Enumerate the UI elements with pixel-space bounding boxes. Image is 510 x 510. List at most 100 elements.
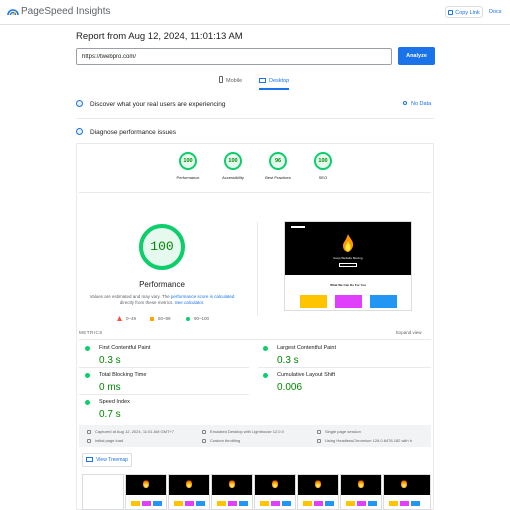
expand-view-toggle[interactable]: Expand view	[396, 330, 422, 335]
single-session: Single page session	[317, 429, 361, 434]
screenshot-hero: Keep Website Moving	[285, 222, 411, 275]
divider	[257, 222, 258, 316]
divider	[79, 192, 431, 193]
performance-label: Performance	[139, 280, 185, 289]
info-text: Captured at Aug 12, 2024, 11:01 AM GMT+7	[95, 429, 174, 434]
timer-icon	[87, 439, 91, 443]
link-icon	[448, 10, 454, 15]
metric-name: Largest Contentful Paint	[277, 345, 337, 351]
view-treemap-button[interactable]: View Treemap	[82, 453, 132, 467]
divider	[76, 118, 434, 119]
divider	[79, 339, 431, 340]
info-text: Custom throttling	[210, 438, 241, 443]
score-calculated-link[interactable]: performance score is calculated	[171, 294, 235, 299]
diagnose-row: Diagnose performance issues	[76, 127, 434, 139]
divider	[79, 394, 249, 395]
filmstrip-frame	[254, 474, 296, 510]
gauge-label: Performance	[176, 175, 200, 180]
browser-icon	[317, 439, 321, 443]
tab-mobile[interactable]: Mobile	[219, 76, 242, 90]
tab-desktop-label: Desktop	[269, 78, 290, 84]
legend-average: 50–89	[150, 316, 171, 321]
treemap-icon	[86, 457, 94, 462]
filmstrip-frame	[168, 474, 210, 510]
crux-icon	[76, 100, 83, 107]
metric-largest-contentful-paint: Largest Contentful Paint 0.3 s	[263, 345, 423, 367]
flame-icon	[343, 234, 354, 252]
screenshot-card	[335, 295, 362, 308]
final-screenshot[interactable]: Keep Website Moving What We Can Do For Y…	[284, 221, 412, 311]
browser-version: Using HeadlessChromium 126.0.6478.182 wi…	[317, 438, 412, 443]
metric-speed-index: Speed Index 0.7 s	[85, 399, 245, 421]
pass-circle-icon	[85, 400, 90, 405]
info-text: Emulated Desktop with Lighthouse 12.0.0	[210, 429, 284, 434]
emulated-device: Emulated Desktop with Lighthouse 12.0.0	[202, 429, 284, 434]
captured-at: Captured at Aug 12, 2024, 11:01 AM GMT+7	[87, 429, 174, 434]
copy-link-button[interactable]: Copy Link	[445, 6, 483, 18]
gauge-score: 100	[314, 152, 332, 170]
gauge-best-practices[interactable]: 96 Best Practices	[258, 152, 298, 180]
legend-range: 50–89	[158, 316, 171, 321]
no-data-status: No Data	[403, 101, 431, 107]
url-input[interactable]	[76, 48, 392, 65]
screenshot-subheading: What We Can Do For You	[330, 283, 366, 287]
gauge-accessibility[interactable]: 100 Accessibility	[213, 152, 253, 180]
metric-value: 0.7 s	[99, 409, 121, 420]
see-calculator-link[interactable]: See calculator.	[175, 300, 205, 305]
filmstrip-frame	[211, 474, 253, 510]
tab-mobile-label: Mobile	[226, 78, 243, 84]
metric-value: 0 ms	[99, 382, 121, 393]
legend-pass: 90–100	[186, 316, 209, 321]
metric-name: Speed Index	[99, 399, 130, 405]
gauge-label: Accessibility	[222, 175, 244, 180]
performance-note: Values are estimated and may vary. The p…	[88, 294, 236, 306]
metric-total-blocking-time: Total Blocking Time 0 ms	[85, 372, 245, 394]
divider	[79, 367, 249, 368]
metric-value: 0.3 s	[277, 355, 299, 366]
copy-link-label: Copy Link	[455, 10, 480, 16]
screenshot-nav-logo	[291, 226, 305, 228]
info-icon	[403, 101, 407, 105]
legend-fail: 0–49	[117, 316, 136, 321]
desktop-icon	[259, 78, 266, 83]
pass-circle-icon	[263, 373, 268, 378]
runtime-settings: Captured at Aug 12, 2024, 11:01 AM GMT+7…	[79, 425, 431, 447]
metric-cumulative-layout-shift: Cumulative Layout Shift 0.006	[263, 372, 423, 394]
divider	[258, 367, 431, 368]
circle-icon	[186, 317, 190, 321]
desktop-icon	[202, 430, 206, 434]
performance-gauge: 100	[139, 224, 185, 270]
mobile-icon	[219, 76, 223, 83]
docs-link[interactable]: Docs	[489, 9, 502, 15]
info-text: Initial page load	[95, 438, 124, 443]
diagnose-text: Diagnose performance issues	[90, 129, 176, 136]
pass-circle-icon	[85, 373, 90, 378]
report-title: Report from Aug 12, 2024, 11:01:13 AM	[76, 31, 243, 42]
gauge-label: Best Practices	[265, 175, 291, 180]
metric-value: 0.3 s	[99, 355, 121, 366]
analyze-button[interactable]: Analyze	[398, 47, 435, 65]
flame-icon	[186, 480, 192, 488]
screenshot-hero-text: Keep Website Moving	[333, 256, 363, 260]
throttling: Custom throttling	[202, 438, 240, 443]
no-data-label: No Data	[411, 101, 432, 107]
person-icon	[317, 430, 321, 434]
gauge-performance[interactable]: 100 Performance	[168, 152, 208, 180]
pass-circle-icon	[85, 346, 90, 351]
lighthouse-icon	[76, 128, 83, 135]
metrics-header: METRICS	[79, 330, 103, 335]
discover-text: Discover what your real users are experi…	[90, 101, 226, 108]
tab-desktop[interactable]: Desktop	[259, 76, 290, 90]
filmstrip-frame	[383, 474, 431, 510]
gauge-seo[interactable]: 100 SEO	[303, 152, 343, 180]
legend-range: 90–100	[194, 316, 210, 321]
gauge-label: SEO	[318, 175, 328, 180]
metric-name: Total Blocking Time	[99, 372, 147, 378]
initial-load: Initial page load	[87, 438, 123, 443]
pass-circle-icon	[263, 346, 268, 351]
filmstrip-frame	[82, 474, 124, 510]
filmstrip-frame	[297, 474, 339, 510]
note-text: directly from these metrics.	[119, 300, 174, 305]
screenshot-card	[300, 295, 327, 308]
gauge-score: 96	[269, 152, 287, 170]
